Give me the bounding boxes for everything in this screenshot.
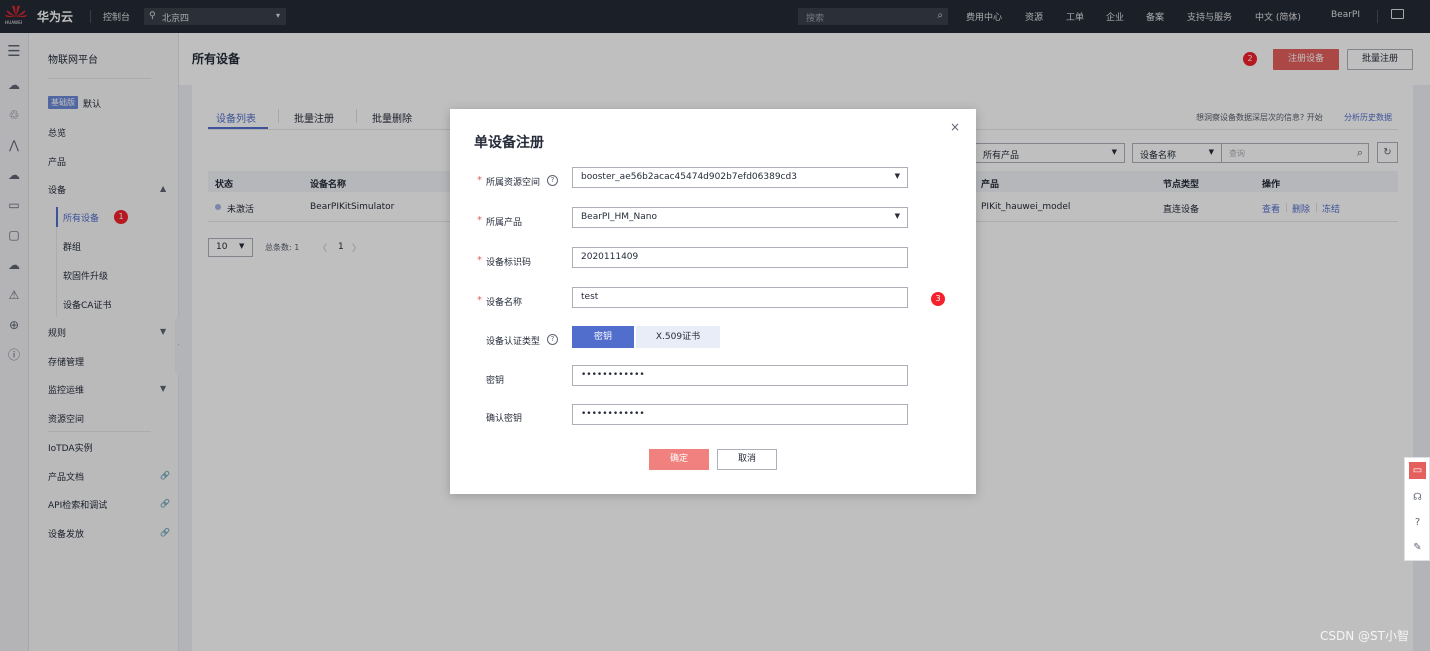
auth-type-label: 设备认证类型 xyxy=(486,337,541,347)
resource-space-value: booster_ae56b2acac45474d902b7efd06389cd3 xyxy=(581,172,797,182)
headset-icon[interactable]: ☊ xyxy=(1409,489,1426,506)
step-marker-3: 3 xyxy=(931,292,945,306)
chevron-down-icon: ▼ xyxy=(894,212,900,220)
chat-icon[interactable]: ▭ xyxy=(1409,462,1426,479)
secret-label: 密钥 xyxy=(486,376,505,386)
close-icon[interactable]: × xyxy=(950,120,960,134)
help-icon[interactable]: ? xyxy=(547,175,558,186)
confirm-secret-value: •••••••••••• xyxy=(581,409,645,419)
identifier-input[interactable]: 2020111409 xyxy=(572,247,908,268)
confirm-button[interactable]: 确定 xyxy=(649,449,709,470)
chevron-down-icon: ▼ xyxy=(894,172,900,180)
auth-x509-option[interactable]: X.509证书 xyxy=(636,326,720,348)
cancel-button[interactable]: 取消 xyxy=(717,449,777,470)
secret-value: •••••••••••• xyxy=(581,370,645,380)
floating-toolbar: ▭ ☊ ? ✎ xyxy=(1404,457,1430,561)
required-asterisk: * xyxy=(477,295,482,306)
dialog-title: 单设备注册 xyxy=(474,135,544,151)
product-value: BearPI_HM_Nano xyxy=(581,212,657,222)
resource-space-select[interactable]: booster_ae56b2acac45474d902b7efd06389cd3… xyxy=(572,167,908,188)
required-asterisk: * xyxy=(477,215,482,226)
auth-secret-option[interactable]: 密钥 xyxy=(572,326,634,348)
device-name-value: test xyxy=(581,292,599,302)
identifier-value: 2020111409 xyxy=(581,252,639,262)
device-name-label: 设备名称 xyxy=(486,298,523,308)
secret-input[interactable]: •••••••••••• xyxy=(572,365,908,386)
help-icon[interactable]: ? xyxy=(547,334,558,345)
feedback-icon[interactable]: ✎ xyxy=(1409,539,1426,556)
identifier-label: 设备标识码 xyxy=(486,258,532,268)
product-label: 所属产品 xyxy=(486,218,523,228)
device-name-input[interactable]: test xyxy=(572,287,908,308)
confirm-secret-input[interactable]: •••••••••••• xyxy=(572,404,908,425)
resource-space-label: 所属资源空间 xyxy=(486,178,541,188)
question-icon[interactable]: ? xyxy=(1409,514,1426,531)
product-select[interactable]: BearPI_HM_Nano ▼ xyxy=(572,207,908,228)
required-asterisk: * xyxy=(477,255,482,266)
watermark: CSDN @ST小智 xyxy=(1320,629,1409,643)
confirm-secret-label: 确认密钥 xyxy=(486,414,523,424)
required-asterisk: * xyxy=(477,175,482,186)
register-device-dialog: 单设备注册 × * 所属资源空间 ? booster_ae56b2acac454… xyxy=(450,109,976,494)
